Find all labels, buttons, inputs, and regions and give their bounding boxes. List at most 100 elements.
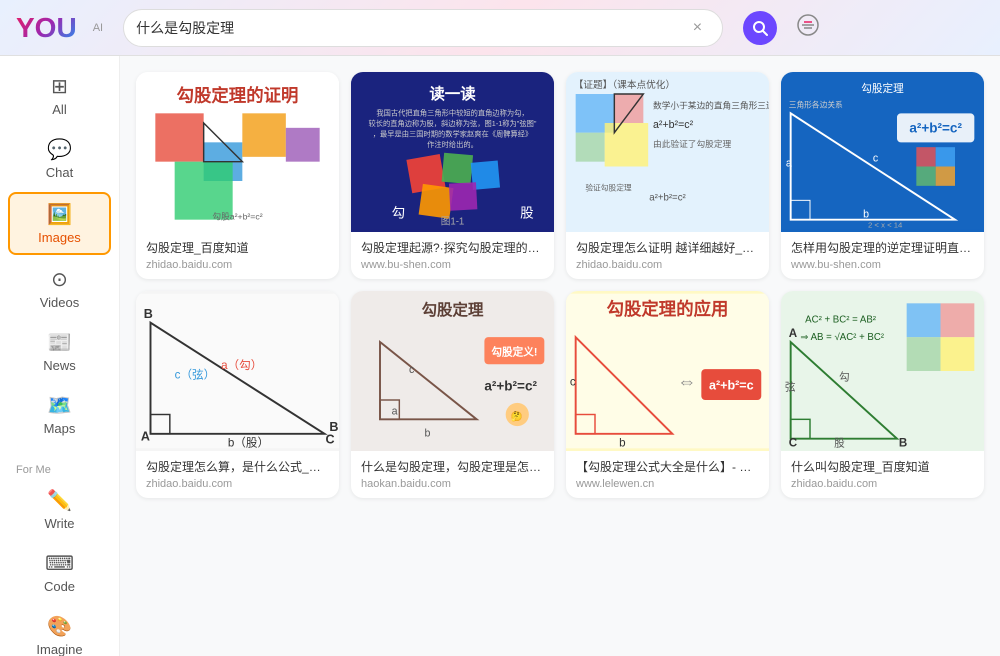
image-container-2: 读一读 我国古代把直角三角形中较短的直角边称为勾， 较长的直角边称为股，斜边称为… [351, 72, 554, 232]
card-domain-3: zhidao.baidu.com [576, 259, 759, 271]
svg-text:8: 8 [950, 231, 955, 232]
svg-text:⇒ AB = √AC² + BC²: ⇒ AB = √AC² + BC² [800, 332, 884, 343]
svg-text:b: b [424, 428, 430, 440]
sidebar-item-imagine[interactable]: 🎨 Imagine [8, 606, 111, 656]
image-card-5[interactable]: B B A C b（股） a（勾） c（弦） 勾股定理怎么算，是什么公式_百度知… [136, 291, 339, 498]
svg-text:a: a [786, 158, 792, 170]
chat-icon: 💬 [47, 137, 72, 162]
sidebar-item-videos[interactable]: ⊙ Videos [8, 259, 111, 318]
svg-text:，最早是由三国时期的数学家赵爽在《周髀算经》: ，最早是由三国时期的数学家赵爽在《周髀算经》 [373, 130, 533, 139]
svg-text:AC² + BC² = AB²: AC² + BC² = AB² [805, 314, 877, 325]
image-grid: 勾股定理的证明 勾股a²+b²=c² 勾股定理_百度知道 zhidao [136, 72, 984, 498]
sidebar-item-label: Images [38, 230, 81, 245]
main-content: 勾股定理的证明 勾股a²+b²=c² 勾股定理_百度知道 zhidao [120, 56, 1000, 656]
svg-text:勾: 勾 [392, 206, 406, 221]
svg-text:作注时给出的。: 作注时给出的。 [427, 140, 478, 149]
images-icon: 🖼️ [47, 202, 72, 227]
svg-text:勾股定理: 勾股定理 [861, 82, 904, 95]
filter-button[interactable] [789, 6, 827, 50]
search-bar: × [123, 9, 723, 47]
search-icon [752, 20, 768, 36]
card-info-6: 什么是勾股定理，勾股定理是怎么算出来的，你会了吗_好看视频 haokan.bai… [351, 451, 554, 498]
card-title-2: 勾股定理起源?·探究勾股定理的起源写一篇议论文 [361, 240, 544, 257]
svg-text:c（弦）: c（弦） [175, 368, 216, 382]
card-info-5: 勾股定理怎么算，是什么公式_百度知道 zhidao.baidu.com [136, 451, 339, 498]
card-info-8: 什么叫勾股定理_百度知道 zhidao.baidu.com [781, 451, 984, 498]
svg-text:A: A [141, 429, 150, 443]
body: ⊞ All 💬 Chat 🖼️ Images ⊙ Videos 📰 News 🗺… [0, 56, 1000, 656]
card-title-6: 什么是勾股定理，勾股定理是怎么算出来的，你会了吗_好看视频 [361, 459, 544, 476]
image-card-7[interactable]: 勾股定理的应用 b c ⇔ a²+b²=c [566, 291, 769, 498]
svg-text:勾股定理的证明: 勾股定理的证明 [177, 86, 299, 106]
sidebar-item-images[interactable]: 🖼️ Images [8, 192, 111, 255]
image-container-6: 勾股定理 a b c 勾股定义! a²+b²=c² [351, 291, 554, 451]
svg-text:勾股a²+b²=c²: 勾股a²+b²=c² [212, 211, 262, 222]
sidebar-item-label: Code [44, 579, 75, 594]
news-icon: 📰 [47, 330, 72, 355]
svg-text:c: c [570, 375, 576, 388]
svg-text:较长的直角边称为股，斜边称为弦，图1-1称为"弦图": 较长的直角边称为股，斜边称为弦，图1-1称为"弦图" [369, 119, 537, 128]
sidebar-item-label: Write [44, 516, 74, 531]
svg-text:🤔: 🤔 [511, 410, 523, 422]
svg-text:a: a [392, 405, 398, 417]
card-domain-8: zhidao.baidu.com [791, 478, 974, 490]
svg-text:三角形各边关系: 三角形各边关系 [789, 100, 843, 110]
image-container-7: 勾股定理的应用 b c ⇔ a²+b²=c [566, 291, 769, 451]
sidebar-item-chat[interactable]: 💬 Chat [8, 129, 111, 188]
card-title-8: 什么叫勾股定理_百度知道 [791, 459, 974, 476]
search-clear-icon[interactable]: × [685, 19, 710, 37]
svg-text:b（股）: b（股） [228, 435, 269, 449]
card-title-5: 勾股定理怎么算，是什么公式_百度知道 [146, 459, 329, 476]
svg-text:a（勾）: a（勾） [221, 358, 262, 372]
svg-text:【证题】（课本点优化）: 【证题】（课本点优化） [574, 79, 675, 91]
card-title-4: 怎样用勾股定理的逆定理证明直角三角形·证明勾股定理的逆定理 [791, 240, 974, 257]
svg-text:⇔: ⇔ [677, 371, 696, 392]
image-card-8[interactable]: A C B 股 弦 勾 AC² + BC² = AB² ⇒ AB = √AC² … [781, 291, 984, 498]
svg-text:数学小于某边的直角三角形三边满足：: 数学小于某边的直角三角形三边满足： [653, 100, 769, 111]
logo-ai: AI [93, 22, 103, 34]
card-domain-1: zhidao.baidu.com [146, 259, 329, 271]
image-container-1: 勾股定理的证明 勾股a²+b²=c² [136, 72, 339, 232]
search-input[interactable] [136, 20, 685, 36]
svg-text:B: B [899, 436, 907, 449]
sidebar-item-label: Maps [44, 421, 76, 436]
math-image-5: B B A C b（股） a（勾） c（弦） [136, 291, 339, 451]
sidebar-item-label: All [52, 102, 66, 117]
sidebar-item-maps[interactable]: 🗺️ Maps [8, 385, 111, 444]
sidebar-item-write[interactable]: ✏️ Write [8, 480, 111, 539]
math-image-6: 勾股定理 a b c 勾股定义! a²+b²=c² [351, 291, 554, 451]
image-card-6[interactable]: 勾股定理 a b c 勾股定义! a²+b²=c² [351, 291, 554, 498]
sidebar-item-all[interactable]: ⊞ All [8, 66, 111, 125]
card-info-7: 【勾股定理公式大全是什么】- 乐乐问答 www.lelewen.cn [566, 451, 769, 498]
svg-text:我国古代把直角三角形中较短的直角边称为勾，: 我国古代把直角三角形中较短的直角边称为勾， [376, 108, 528, 117]
image-card-2[interactable]: 读一读 我国古代把直角三角形中较短的直角边称为勾， 较长的直角边称为股，斜边称为… [351, 72, 554, 279]
sidebar-item-news[interactable]: 📰 News [8, 322, 111, 381]
math-image-7: 勾股定理的应用 b c ⇔ a²+b²=c [566, 291, 769, 451]
code-icon: ⌨ [45, 551, 74, 576]
image-card-3[interactable]: 【证题】（课本点优化） 数学小于某边的直角三角形三边满足： a²+b²=c² 由… [566, 72, 769, 279]
image-container-4: 勾股定理 三角形各边关系 b a c a²+b²=c² [781, 72, 984, 232]
sidebar: ⊞ All 💬 Chat 🖼️ Images ⊙ Videos 📰 News 🗺… [0, 56, 120, 656]
svg-text:c: c [873, 153, 879, 165]
svg-text:a²+b²=c²: a²+b²=c² [649, 192, 686, 203]
card-domain-7: www.lelewen.cn [576, 478, 759, 490]
write-icon: ✏️ [47, 488, 72, 513]
svg-text:b: b [863, 209, 869, 221]
svg-text:图1-1: 图1-1 [441, 217, 465, 228]
logo: YOU [16, 12, 77, 44]
math-image-4: 勾股定理 三角形各边关系 b a c a²+b²=c² [781, 72, 984, 232]
image-container-8: A C B 股 弦 勾 AC² + BC² = AB² ⇒ AB = √AC² … [781, 291, 984, 451]
card-domain-4: www.bu-shen.com [791, 259, 974, 271]
math-image-8: A C B 股 弦 勾 AC² + BC² = AB² ⇒ AB = √AC² … [781, 291, 984, 451]
search-button[interactable] [743, 11, 777, 45]
svg-text:b: b [619, 436, 625, 449]
svg-text:6: 6 [789, 231, 794, 232]
svg-text:x: x [868, 231, 873, 232]
image-card-1[interactable]: 勾股定理的证明 勾股a²+b²=c² 勾股定理_百度知道 zhidao [136, 72, 339, 279]
card-info-3: 勾股定理怎么证明 越详细越好_百度知道 zhidao.baidu.com [566, 232, 769, 279]
image-card-4[interactable]: 勾股定理 三角形各边关系 b a c a²+b²=c² [781, 72, 984, 279]
svg-text:验证勾股定理: 验证勾股定理 [585, 183, 632, 193]
sidebar-item-code[interactable]: ⌨ Code [8, 543, 111, 602]
svg-text:弦: 弦 [785, 380, 796, 393]
header: YOU AI × [0, 0, 1000, 56]
